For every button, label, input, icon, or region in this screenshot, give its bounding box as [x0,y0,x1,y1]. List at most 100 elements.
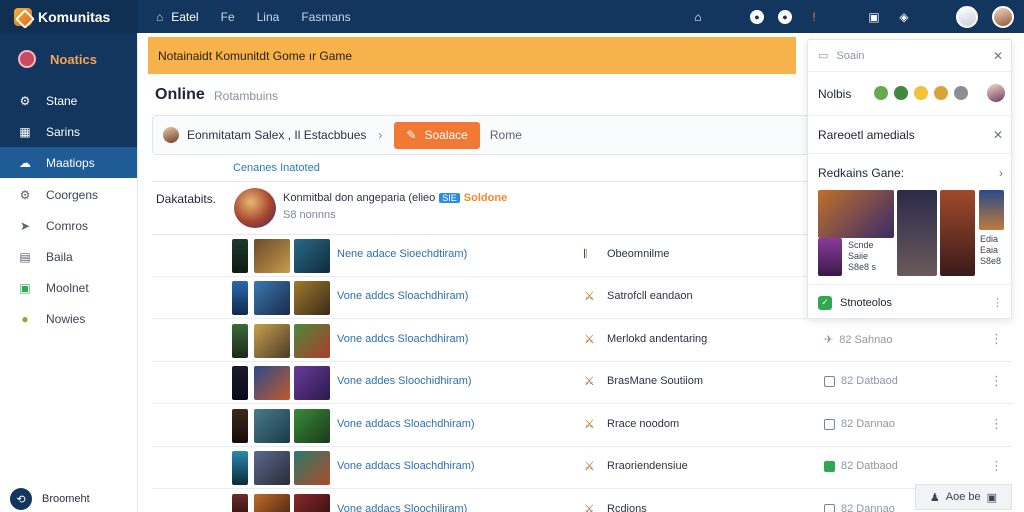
gallery-image[interactable] [897,190,937,276]
sword-icon: ⚔ [584,374,595,388]
table-row[interactable]: Vone addcs Sloachdhiram) ⚔ Merlokd anden… [152,320,1012,362]
nav-item-2[interactable]: Fe [221,10,235,24]
panel-row[interactable]: Rareoetl amedials ✕ [808,116,1013,154]
nav-item-3[interactable]: Lina [257,10,280,24]
table-row[interactable]: Vone addacs Sloochiliram) ⚔ Rcdions 82 D… [152,490,1012,512]
checkbox-icon[interactable] [824,460,835,472]
message-icon[interactable]: ● [778,9,792,24]
sidebar-item-2[interactable]: ▦ Sarins [0,116,137,147]
calendar-icon[interactable]: ▣ [866,9,882,25]
row-title[interactable]: Vone addcs Sloachdhiram) [337,333,468,345]
gallery-image[interactable] [818,238,842,276]
checkbox-icon[interactable] [824,375,835,387]
filter-button[interactable]: ✎ Soalace [394,121,480,149]
home-outline-icon[interactable]: ⌂ [690,9,706,25]
row-name: Rcdions [607,503,647,512]
featured-game-avatar[interactable] [234,188,276,228]
game-thumbnail [232,409,248,443]
row-stat: 82 Dannao [824,418,895,430]
game-thumbnail [254,239,290,273]
reaction-icon[interactable] [894,86,908,100]
row-title[interactable]: Vone addes Sloochidhiram) [337,375,472,387]
avatar[interactable] [987,84,1005,102]
page-title: Online [155,86,205,103]
featured-title[interactable]: Konmitbal don angeparia (elieo SIE Soldo… [283,192,507,204]
reaction-icon[interactable] [874,86,888,100]
sidebar-item-3[interactable]: ☁ Maatiops [0,147,137,178]
panel-search[interactable]: ▭ Soain ✕ [808,40,1013,72]
more-icon[interactable]: ⋮ [990,331,1003,347]
more-icon[interactable]: ⋮ [990,458,1003,474]
avatar[interactable] [956,5,978,28]
gallery-image[interactable] [818,190,894,238]
section-label: Dakatabits. [156,192,217,206]
checkbox-icon[interactable] [824,503,835,512]
announcement-banner: Notainaidt Komunitdt Gome ır Game [148,37,796,74]
more-icon[interactable]: ⋮ [992,296,1003,309]
sidebar-header[interactable]: Noatics [0,33,137,85]
filter-home-link[interactable]: Rome [490,128,522,142]
row-title[interactable]: Nene adace Sioechdtiram) [337,248,467,260]
game-thumbnail [232,324,248,358]
row-title[interactable]: Vone addcs Sloachdhiram) [337,290,468,302]
game-thumbnail [294,451,330,485]
sidebar-item-5[interactable]: ➤ Comros [0,210,137,241]
checkbox-icon[interactable]: ▣ [987,491,997,504]
featured-tag: SIE [439,193,460,203]
sidebar-item-label: Comros [46,218,89,233]
close-icon[interactable]: ✕ [993,49,1003,63]
divider [152,181,812,182]
sidebar-item-label: Sarins [46,124,81,139]
table-row[interactable]: Vone addacs Sloachdhiram) ⚔ Rraoriendens… [152,447,1012,489]
panel-footer[interactable]: ✓ Stnoteolos ⋮ [808,284,1013,320]
game-thumbnail [294,366,330,400]
notification-icon[interactable]: ! [806,9,822,25]
chevron-right-icon[interactable]: › [999,166,1003,180]
filter-link[interactable]: Cenanes Inatoted [233,162,320,174]
row-name: Merlokd andentaring [607,333,708,345]
panel-row[interactable]: Redkains Gane: › [808,154,1013,192]
sidebar-item-6[interactable]: ▤ Baila [0,241,137,272]
row-title[interactable]: Vone addacs Sloochiliram) [337,503,467,512]
game-thumbnail [232,451,248,485]
game-thumbnail [294,324,330,358]
more-icon[interactable]: ⋮ [990,416,1003,432]
top-icons: ⌂ ● ● ! ▣ ◈ [690,0,1024,33]
reaction-icon[interactable] [954,86,968,100]
gallery-image[interactable] [979,190,1004,230]
sidebar-item-7[interactable]: ▣ Moolnet [0,272,137,303]
row-stat-label: 82 Dannao [841,503,895,512]
gallery-image[interactable] [940,190,975,276]
checkbox-icon[interactable] [824,418,835,430]
row-name: BrasMane Soutiiom [607,375,703,387]
row-stat: ✈ 82 Sahnao [824,333,892,347]
game-thumbnail [232,281,248,315]
more-icon[interactable]: ⋮ [990,373,1003,389]
sidebar-item-8[interactable]: ● Nowies [0,303,137,334]
nav-home[interactable]: ⌂ Eatel [156,10,199,24]
reaction-icon[interactable] [914,86,928,100]
row-stat: 82 Datbaod [824,460,898,472]
avatar [163,127,179,143]
row-name: Obeomnilme [607,248,670,260]
table-row[interactable]: Vone addacs Sloachdhiram) ⚔ Rrace noodom… [152,405,1012,447]
row-title[interactable]: Vone addacs Sloachdhiram) [337,418,475,430]
chat-icon[interactable]: ● [750,9,764,24]
nav-item-4[interactable]: Fasmans [301,10,350,24]
user-avatar[interactable] [992,5,1014,28]
side-panel: ▭ Soain ✕ Nolbis Rareoetl amedials ✕ Red… [807,39,1013,320]
row-title[interactable]: Vone addacs Sloachdhiram) [337,460,475,472]
sidebar-item-1[interactable]: ⚙ Stane [0,85,137,116]
bottom-action[interactable]: ♟ Aoe be ▣ [915,484,1012,510]
table-row[interactable]: Vone addes Sloochidhiram) ⚔ BrasMane Sou… [152,362,1012,404]
sidebar-footer[interactable]: ⟲ Broomeht [10,488,90,510]
sidebar-item-4[interactable]: ⚙ Coorgens [0,179,137,210]
brand[interactable]: Komunitas [0,0,138,33]
send-icon: ➤ [19,218,31,233]
gallery-caption: Edia Eaia S8e8 [980,234,1002,266]
reaction-icon[interactable] [934,86,948,100]
game-thumbnail [294,494,330,512]
shield-icon[interactable]: ◈ [896,9,912,25]
close-icon[interactable]: ✕ [993,128,1003,142]
